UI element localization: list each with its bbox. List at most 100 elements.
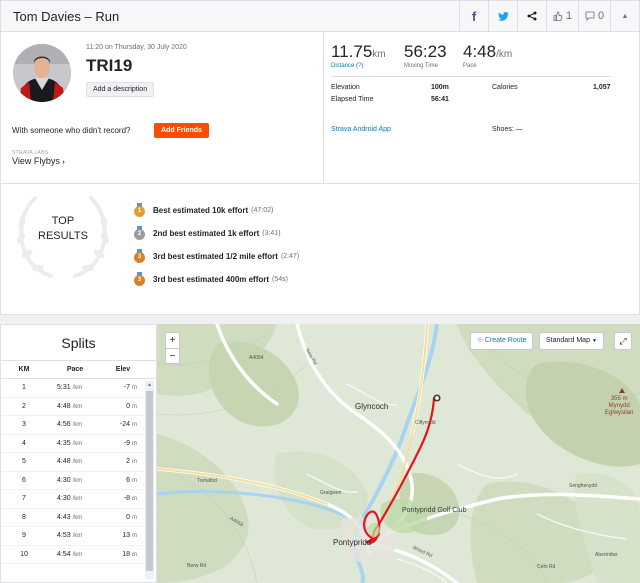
caret-down-icon: ▼ [591, 338, 597, 344]
top-results-line2: RESULTS [38, 230, 88, 242]
split-elev: -24 m [119, 421, 137, 429]
split-pace: 4:30 /km [57, 495, 83, 503]
place-senghenydd: Senghenydd [569, 483, 598, 489]
bronze-medal-icon: 3 [134, 249, 145, 263]
fullscreen-button[interactable]: ⤢ [614, 332, 632, 350]
place-trehafod: Trehafod [197, 478, 217, 484]
split-row[interactable]: 1 5:31 /km -7 m [1, 379, 156, 398]
comment-count: 0 [597, 10, 605, 22]
comment-button[interactable]: 0 [578, 1, 610, 31]
stat-distance-label[interactable]: Distance (?) [331, 63, 386, 69]
elapsed-time-value: 56:41 [431, 96, 449, 103]
split-pace: 4:56 /km [57, 421, 83, 429]
collapse-button[interactable]: ▲ [610, 1, 639, 31]
place-golf-club: Pontypridd Golf Club [402, 507, 467, 514]
create-route-label: Create Route [484, 337, 527, 344]
split-elev: 13 m [122, 532, 137, 540]
split-elev: -8 m [123, 495, 137, 503]
result-item-1[interactable]: 1 Best estimated 10k effort (47:02) [134, 203, 273, 217]
kudos-count: 1 [565, 10, 573, 22]
thumbs-up-icon [553, 11, 563, 21]
summary-divider [323, 32, 324, 184]
stat-pace: 4:48/km Pace [463, 42, 512, 69]
result-item-2[interactable]: 2 2nd best estimated 1k effort (3:41) [134, 226, 281, 240]
stat-pace-unit: /km [496, 49, 513, 60]
split-pace: 4:30 /km [57, 476, 83, 484]
split-row[interactable]: 10 4:54 /km 18 m [1, 546, 156, 564]
add-friends-button[interactable]: Add Friends [154, 123, 209, 138]
split-row[interactable]: 5 4:48 /km 2 m [1, 453, 156, 472]
stat-distance-unit: km [372, 49, 386, 60]
stat-moving-time: 56:23 Moving Time [404, 42, 447, 69]
splits-header-km: KM [18, 366, 30, 373]
split-pace: 4:54 /km [57, 550, 83, 558]
result-text: Best estimated 10k effort [153, 205, 249, 215]
view-flybys-link[interactable]: View Flybys › [12, 156, 65, 166]
road-cefn-rd: Cefn Rd [537, 564, 556, 570]
scroll-up-arrow-icon[interactable]: ▲ [146, 381, 153, 389]
create-route-button[interactable]: ⊹ Create Route [470, 332, 534, 350]
peak-height: 355 m [610, 396, 628, 402]
split-row[interactable]: 3 4:56 /km -24 m [1, 416, 156, 435]
scroll-thumb[interactable] [146, 391, 153, 571]
split-row[interactable]: 6 4:30 /km 6 m [1, 472, 156, 490]
route-icon: ⊹ [477, 337, 483, 344]
activity-page: Tom Davies – Run f 1 0 ▲ 11:20 on Thursd… [0, 0, 640, 583]
map-type-label: Standard Map [546, 337, 590, 344]
place-graigwen: Graigwen [320, 490, 342, 496]
split-pace: 4:53 /km [57, 532, 83, 540]
header-actions: f 1 0 ▲ [459, 1, 639, 31]
stat-pace-label: Pace [463, 63, 477, 69]
split-pace: 4:48 /km [57, 458, 83, 466]
split-pace: 4:43 /km [57, 513, 83, 521]
route-map[interactable]: + − ⊹ Create Route Standard Map ▼ ⤢ Glyn… [157, 324, 640, 583]
result-time: (2:47) [280, 252, 300, 260]
shoes-text: Shoes: — [492, 126, 523, 133]
split-elev: 0 m [126, 402, 137, 410]
result-item-3[interactable]: 3 3rd best estimated 1/2 mile effort (2:… [134, 249, 299, 263]
add-description-button[interactable]: Add a description [86, 82, 155, 97]
with-someone-text: With someone who didn't record? [12, 126, 131, 135]
result-time: (3:41) [262, 229, 281, 237]
split-elev: 18 m [122, 550, 137, 558]
splits-header: KM Pace Elev [1, 361, 156, 379]
split-elev: 6 m [126, 476, 137, 484]
facebook-share-button[interactable]: f [459, 1, 488, 31]
road-berw-rd: Berw Rd [187, 563, 207, 569]
athlete-photo [13, 44, 71, 102]
split-km: 2 [22, 402, 26, 410]
split-row[interactable]: 2 4:48 /km 0 m [1, 398, 156, 416]
result-text: 3rd best estimated 1/2 mile effort [153, 251, 278, 261]
splits-scrollbar[interactable]: ▲ [145, 381, 154, 579]
athlete-avatar[interactable] [13, 44, 71, 102]
peak-name-line1: Mynydd [608, 403, 630, 409]
result-text: 3rd best estimated 400m effort [153, 274, 270, 284]
fullscreen-icon: ⤢ [619, 336, 627, 346]
map-type-dropdown[interactable]: Standard Map ▼ [539, 332, 604, 350]
road-a4054: A4054 [249, 355, 264, 361]
split-km: 4 [22, 439, 26, 447]
stat-distance: 11.75km Distance (?) [331, 42, 386, 69]
split-row[interactable]: 8 4:43 /km 0 m [1, 509, 156, 527]
activity-header: Tom Davies – Run f 1 0 ▲ [0, 0, 640, 32]
calories-value: 1,057 [593, 84, 611, 91]
place-cilfynydd: Cilfynydd [415, 420, 436, 426]
zoom-in-button[interactable]: + [166, 333, 179, 348]
splits-table-body: 1 5:31 /km -7 m 2 4:48 /km 0 m 3 4:56 /km -24 m 4… [1, 379, 156, 564]
split-row[interactable]: 7 4:30 /km -8 m [1, 490, 156, 509]
twitter-share-button[interactable] [488, 1, 517, 31]
device-link[interactable]: Strava Android App [331, 126, 391, 133]
split-km: 9 [22, 532, 26, 540]
split-row[interactable]: 4 4:35 /km -9 m [1, 435, 156, 453]
kudos-button[interactable]: 1 [546, 1, 578, 31]
zoom-out-button[interactable]: − [166, 348, 179, 363]
result-time: (47:02) [251, 206, 274, 214]
calories-label: Calories [492, 84, 518, 91]
share-button[interactable] [517, 1, 546, 31]
splits-header-elev: Elev [115, 366, 131, 373]
result-item-4[interactable]: 3 3rd best estimated 400m effort (54s) [134, 272, 288, 286]
split-row[interactable]: 9 4:53 /km 13 m [1, 527, 156, 546]
split-pace: 4:48 /km [57, 402, 83, 410]
peak-label: 355 m Mynydd Eglwysilan [605, 396, 633, 417]
facebook-icon: f [471, 8, 477, 24]
